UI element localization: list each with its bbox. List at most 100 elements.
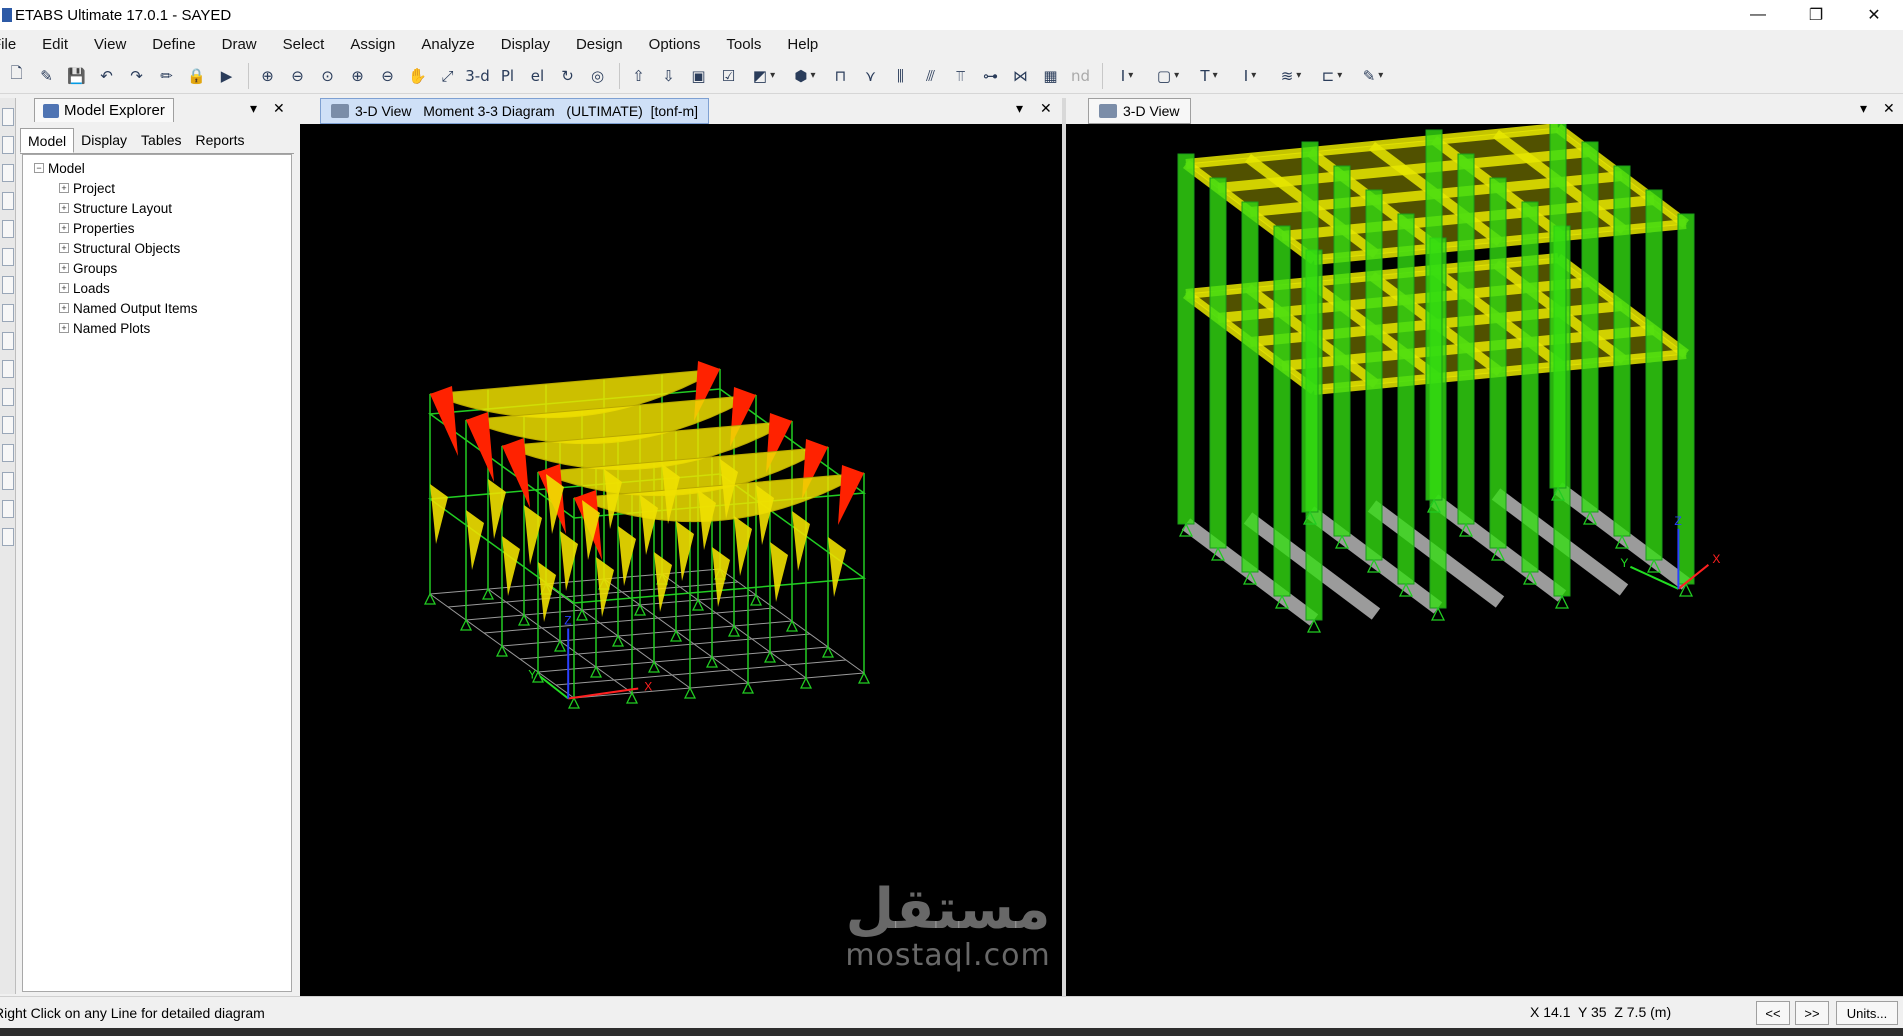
- right-view-tab[interactable]: 3-D View: [1088, 98, 1191, 124]
- draw-area-icon[interactable]: [2, 220, 14, 238]
- rubber-band-icon[interactable]: ⤢: [434, 62, 461, 90]
- zoom-restore-icon[interactable]: ⊖: [284, 62, 311, 90]
- draw-opening-icon[interactable]: [2, 332, 14, 350]
- elevation-view-button[interactable]: el: [524, 62, 551, 90]
- tree-item-structure-layout[interactable]: + Structure Layout: [23, 198, 291, 218]
- expand-icon[interactable]: +: [59, 323, 69, 333]
- expand-icon[interactable]: +: [59, 203, 69, 213]
- explorer-close-icon[interactable]: ✕: [273, 100, 285, 117]
- section-i-dropdown[interactable]: I: [1108, 62, 1146, 90]
- expand-icon[interactable]: +: [59, 243, 69, 253]
- explorer-dropdown-icon[interactable]: ▾: [250, 100, 257, 117]
- draw-section-cut-icon[interactable]: [2, 416, 14, 434]
- snap-icon[interactable]: [2, 528, 14, 546]
- restore-button[interactable]: ❐: [1787, 0, 1845, 30]
- menu-edit[interactable]: Edit: [29, 36, 81, 53]
- draw-dimension-dropdown[interactable]: ✎: [1354, 62, 1392, 90]
- expand-icon[interactable]: +: [59, 303, 69, 313]
- draw-brace-icon[interactable]: ⋎: [857, 62, 884, 90]
- tree-item-named-plots[interactable]: + Named Plots: [23, 318, 291, 338]
- draw-grid-icon[interactable]: [2, 388, 14, 406]
- expand-icon[interactable]: +: [59, 223, 69, 233]
- zoom-all-icon[interactable]: ⊙: [314, 62, 341, 90]
- previous-button[interactable]: <<: [1756, 1001, 1790, 1025]
- draw-nd-button[interactable]: nd: [1067, 62, 1094, 90]
- reshape-icon[interactable]: [2, 136, 14, 154]
- draw-link-icon[interactable]: ⊶: [977, 62, 1004, 90]
- menu-options[interactable]: Options: [636, 36, 714, 53]
- undo-icon[interactable]: ↶: [93, 62, 120, 90]
- moment-canvas[interactable]: X Y Z: [300, 124, 1062, 996]
- select-previous-icon[interactable]: [2, 472, 14, 490]
- draw-wall-icon[interactable]: ⋈: [1007, 62, 1034, 90]
- section-rect-dropdown[interactable]: Ⅰ: [1231, 62, 1269, 90]
- tree-item-named-output-items[interactable]: + Named Output Items: [23, 298, 291, 318]
- draw-slab-icon[interactable]: ▦: [1037, 62, 1064, 90]
- menu-tools[interactable]: Tools: [713, 36, 774, 53]
- edit-pencil-icon[interactable]: ✏: [153, 62, 180, 90]
- draw-poly-icon[interactable]: [2, 276, 14, 294]
- menu-design[interactable]: Design: [563, 36, 636, 53]
- draw-beam-icon[interactable]: ⫼: [887, 62, 914, 90]
- menu-view[interactable]: View: [81, 36, 139, 53]
- select-all-icon[interactable]: [2, 444, 14, 462]
- draw-column-icon[interactable]: ⫪: [947, 62, 974, 90]
- new-model-icon[interactable]: 🗋: [3, 62, 30, 90]
- tab-reports[interactable]: Reports: [189, 128, 252, 153]
- tree-item-project[interactable]: + Project: [23, 178, 291, 198]
- menu-display[interactable]: Display: [488, 36, 563, 53]
- check-icon[interactable]: ☑: [715, 62, 742, 90]
- minimize-button[interactable]: —: [1729, 0, 1787, 30]
- section-channel-dropdown[interactable]: ⊏: [1313, 62, 1351, 90]
- tree-item-groups[interactable]: + Groups: [23, 258, 291, 278]
- pan-icon[interactable]: ✋: [404, 62, 431, 90]
- tab-model[interactable]: Model: [20, 128, 75, 153]
- draw-wall-stack-icon[interactable]: [2, 304, 14, 322]
- menu-help[interactable]: Help: [774, 36, 831, 53]
- open-icon[interactable]: ✎: [33, 62, 60, 90]
- pointer-icon[interactable]: [2, 108, 14, 126]
- expand-icon[interactable]: +: [59, 183, 69, 193]
- units-button[interactable]: Units...: [1836, 1001, 1898, 1025]
- draw-rect-icon[interactable]: [2, 248, 14, 266]
- draw-point-icon[interactable]: [2, 192, 14, 210]
- collapse-icon[interactable]: −: [34, 163, 44, 173]
- tab-display[interactable]: Display: [74, 128, 134, 153]
- menu-file[interactable]: File: [0, 36, 29, 53]
- zoom-in-icon[interactable]: ⊕: [344, 62, 371, 90]
- move-down-icon[interactable]: ⇩: [655, 62, 682, 90]
- expand-icon[interactable]: +: [59, 263, 69, 273]
- explorer-title-tab[interactable]: Model Explorer: [34, 98, 174, 122]
- left-view-dropdown-icon[interactable]: ▾: [1016, 100, 1023, 117]
- zoom-out-icon[interactable]: ⊖: [374, 62, 401, 90]
- zoom-window-icon[interactable]: ⊕: [254, 62, 281, 90]
- menu-select[interactable]: Select: [270, 36, 338, 53]
- expand-icon[interactable]: +: [59, 283, 69, 293]
- menu-define[interactable]: Define: [139, 36, 208, 53]
- draw-frame-icon[interactable]: ⊓: [827, 62, 854, 90]
- right-view-close-icon[interactable]: ✕: [1883, 100, 1895, 117]
- right-view-dropdown-icon[interactable]: ▾: [1860, 100, 1867, 117]
- left-view-close-icon[interactable]: ✕: [1040, 100, 1052, 117]
- clear-selection-icon[interactable]: [2, 500, 14, 518]
- tree-item-properties[interactable]: + Properties: [23, 218, 291, 238]
- draw-line-icon[interactable]: [2, 164, 14, 182]
- section-box-dropdown[interactable]: ▢: [1149, 62, 1187, 90]
- tab-tables[interactable]: Tables: [134, 128, 188, 153]
- lock-icon[interactable]: 🔒: [183, 62, 210, 90]
- display-options-dropdown[interactable]: ◩: [745, 62, 783, 90]
- select-object-icon[interactable]: ▣: [685, 62, 712, 90]
- menu-assign[interactable]: Assign: [337, 36, 408, 53]
- plan-view-button[interactable]: Pl: [494, 62, 521, 90]
- rotate-icon[interactable]: ↻: [554, 62, 581, 90]
- tree-root[interactable]: − Model: [23, 158, 291, 178]
- draw-floor-icon[interactable]: [2, 360, 14, 378]
- close-button[interactable]: ✕: [1845, 0, 1903, 30]
- view-3d-button[interactable]: 3-d: [464, 62, 491, 90]
- left-view-tab[interactable]: 3-D View Moment 3-3 Diagram (ULTIMATE) […: [320, 98, 710, 124]
- menu-analyze[interactable]: Analyze: [408, 36, 487, 53]
- move-up-icon[interactable]: ⇧: [625, 62, 652, 90]
- section-tee-dropdown[interactable]: T: [1190, 62, 1228, 90]
- next-button[interactable]: >>: [1795, 1001, 1829, 1025]
- model-canvas[interactable]: X Y Z: [1066, 124, 1903, 996]
